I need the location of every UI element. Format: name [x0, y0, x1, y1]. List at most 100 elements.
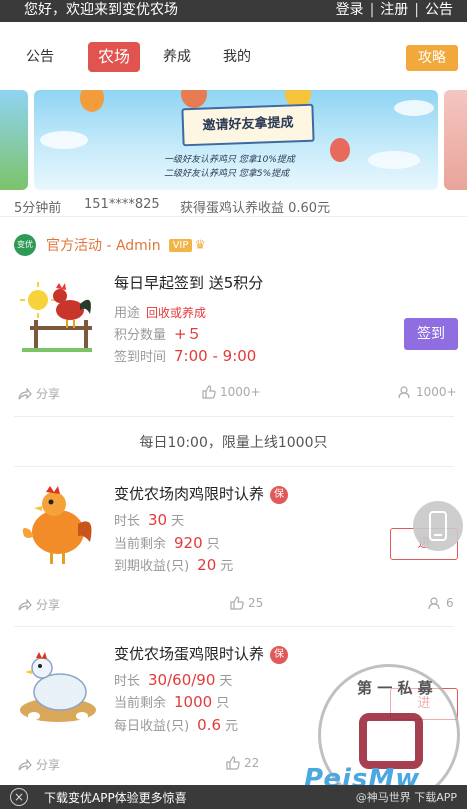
- phone-icon: [429, 511, 447, 541]
- like-count: 1000+: [220, 385, 261, 399]
- share-button[interactable]: 分享: [18, 756, 60, 773]
- banner-carousel[interactable]: 邀请好友拿提成 一级好友认养鸡只 您拿10%提成 二级好友认养鸡只 您拿5%提成: [0, 88, 467, 192]
- layer-hen-illustration: [20, 652, 96, 722]
- share-button[interactable]: 分享: [18, 596, 60, 613]
- notice-link[interactable]: 公告: [419, 0, 459, 20]
- income-value: 0.6: [197, 716, 222, 734]
- participant-count: 6: [446, 596, 454, 610]
- like-count: 25: [248, 596, 264, 610]
- top-bar: 您好，欢迎来到变优农场 登录 | 注册 | 公告: [0, 0, 467, 22]
- income-unit: 元: [220, 559, 234, 574]
- guide-button[interactable]: 攻略: [406, 45, 458, 71]
- like-count: 22: [244, 756, 260, 770]
- banner-prev-slide[interactable]: [0, 90, 28, 190]
- share-icon: [18, 758, 32, 770]
- official-logo: 变优: [14, 234, 36, 256]
- signin-button[interactable]: 签到: [404, 318, 458, 350]
- usage-value: 回收或养成: [146, 306, 207, 320]
- vip-badge: VIP: [168, 238, 193, 252]
- duration-value: 30/60/90: [148, 671, 216, 689]
- tab-raise[interactable]: 养成: [163, 42, 191, 72]
- download-message[interactable]: 下载变优APP体验更多惊喜: [44, 789, 187, 806]
- product-income: 每日收益(只) 0.6 元: [114, 715, 238, 734]
- product-income: 到期收益(只) 20 元: [114, 555, 233, 574]
- watermark-emblem: [359, 713, 423, 769]
- duration-unit: 天: [171, 514, 185, 529]
- remain-label: 当前剩余: [114, 696, 167, 711]
- users-icon: [428, 597, 440, 610]
- duration-unit: 天: [219, 674, 233, 689]
- register-link[interactable]: 注册: [374, 0, 414, 20]
- points-label: 积分数量: [114, 328, 167, 343]
- broiler-chicken-illustration: [22, 486, 92, 564]
- guarantee-badge: 保: [270, 486, 289, 504]
- time-label: 签到时间: [114, 350, 167, 365]
- limit-notice: 每日10:00，限量上线1000只: [139, 435, 328, 451]
- duration-value: 30: [148, 511, 168, 529]
- users-icon: [398, 386, 410, 399]
- product-duration: 时长 30 天: [114, 510, 184, 529]
- close-icon[interactable]: ×: [10, 788, 28, 806]
- auth-links: 登录 | 注册 | 公告: [330, 0, 459, 20]
- thumbs-up-icon: [226, 756, 240, 770]
- product-duration: 时长 30/60/90 天: [114, 670, 232, 689]
- app-download-float-button[interactable]: [413, 501, 463, 551]
- download-link[interactable]: @神马世界 下载APP: [356, 789, 457, 805]
- participants: 6: [428, 596, 454, 610]
- ticker-text: 获得蛋鸡认养收益 0.60元: [180, 201, 331, 216]
- thumbs-up-icon: [230, 596, 244, 610]
- signin-usage: 用途 回收或养成: [114, 302, 206, 321]
- tab-mine[interactable]: 我的: [223, 42, 251, 72]
- welcome-text: 您好，欢迎来到变优农场: [24, 2, 178, 18]
- remain-unit: 只: [216, 696, 230, 711]
- rooster-illustration: [20, 282, 92, 352]
- share-button[interactable]: 分享: [18, 385, 60, 402]
- signin-points: 积分数量 +５: [114, 323, 202, 344]
- rooster-image: [16, 274, 96, 354]
- share-label: 分享: [36, 758, 61, 772]
- official-name[interactable]: 官方活动 - Admin: [46, 235, 161, 255]
- banner-line-1: 一级好友认养鸡只 您拿10%提成: [164, 155, 295, 165]
- divider: [14, 466, 454, 467]
- remain-unit: 只: [206, 537, 220, 552]
- product-title[interactable]: 变优农场肉鸡限时认养保: [114, 483, 289, 504]
- official-activity-header: 变优 官方活动 - Admin VIP ♛: [14, 232, 206, 258]
- income-label: 每日收益(只): [114, 719, 190, 734]
- like-button[interactable]: 1000+: [202, 385, 261, 399]
- thumbs-up-icon: [202, 385, 216, 399]
- points-value: +５: [174, 325, 202, 343]
- remain-value: 920: [174, 534, 203, 552]
- banner-next-slide[interactable]: [444, 90, 467, 190]
- layer-hen-image: [14, 644, 96, 724]
- banner-title: 邀请好友拿提成: [181, 103, 315, 147]
- share-icon: [18, 387, 32, 399]
- crown-icon: ♛: [194, 237, 207, 253]
- signin-actions: 分享 1000+ 1000+: [0, 381, 467, 405]
- share-label: 分享: [36, 598, 61, 612]
- product-remaining: 当前剩余 920 只: [114, 533, 220, 552]
- download-bar[interactable]: × 下载变优APP体验更多惊喜 @神马世界 下载APP: [0, 785, 467, 809]
- main-nav: 公告 农场 养成 我的 攻略: [0, 38, 467, 78]
- income-unit: 元: [225, 719, 239, 734]
- signin-time: 签到时间 7:00 - 9:00: [114, 346, 256, 365]
- income-ticker: 5分钟前 151****825 获得蛋鸡认养收益 0.60元: [0, 195, 467, 217]
- product-title[interactable]: 变优农场蛋鸡限时认养保: [114, 643, 289, 664]
- like-button[interactable]: 25: [230, 596, 263, 610]
- duration-label: 时长: [114, 674, 141, 689]
- banner-main-slide[interactable]: 邀请好友拿提成 一级好友认养鸡只 您拿10%提成 二级好友认养鸡只 您拿5%提成: [34, 90, 438, 190]
- duration-label: 时长: [114, 514, 141, 529]
- tab-announcement[interactable]: 公告: [26, 42, 54, 72]
- share-icon: [18, 598, 32, 610]
- remain-label: 当前剩余: [114, 537, 167, 552]
- divider: [14, 626, 454, 627]
- usage-label: 用途: [114, 306, 141, 321]
- like-button[interactable]: 22: [226, 756, 259, 770]
- tab-farm[interactable]: 农场: [88, 42, 141, 72]
- product-title-text: 变优农场肉鸡限时认养: [114, 485, 265, 503]
- product-remaining: 当前剩余 1000 只: [114, 692, 229, 711]
- broiler-chicken-image: [16, 484, 96, 564]
- share-label: 分享: [36, 387, 61, 401]
- signin-title[interactable]: 每日早起签到 送5积分: [114, 272, 263, 293]
- time-value: 7:00 - 9:00: [174, 347, 257, 365]
- login-link[interactable]: 登录: [330, 0, 370, 20]
